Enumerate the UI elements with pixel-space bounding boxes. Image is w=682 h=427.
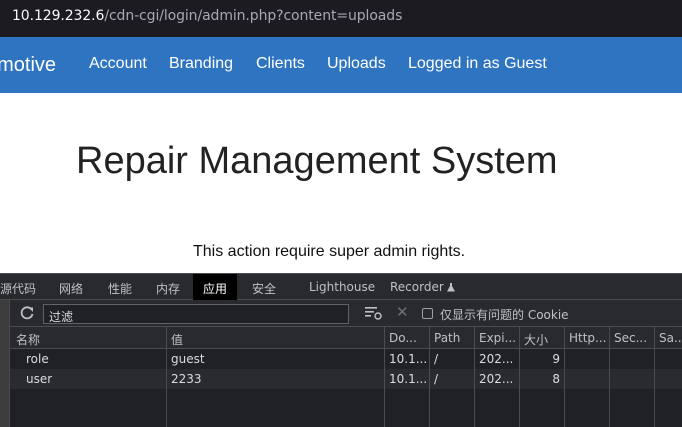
column-header-value[interactable]: 值	[171, 331, 183, 348]
only-issues-label: 仅显示有问题的 Cookie	[440, 308, 569, 322]
main-content: Repair Management System This action req…	[0, 93, 682, 273]
cookie-size: 9	[552, 352, 560, 366]
cookies-table-header: 名称 值 Do... Path Expi... 大小 Http... Sec..…	[10, 327, 682, 349]
cookie-value: guest	[171, 352, 205, 366]
browser-address-bar[interactable]: 10.129.232.6/cdn-cgi/login/admin.php?con…	[0, 0, 682, 37]
tab-network[interactable]: 网络	[59, 280, 83, 297]
column-divider[interactable]	[384, 327, 385, 427]
nav-link-account[interactable]: Account	[89, 55, 147, 73]
navbar-brand[interactable]: omotive	[0, 54, 56, 77]
tab-memory[interactable]: 内存	[156, 280, 180, 297]
tab-application[interactable]: 应用	[193, 274, 238, 300]
cookie-name: role	[26, 352, 49, 366]
column-divider[interactable]	[166, 327, 167, 427]
tab-security[interactable]: 安全	[252, 280, 276, 297]
only-issues-checkbox[interactable]	[422, 308, 433, 319]
table-row[interactable]: user 2233 10.1... / 202... 8	[10, 369, 682, 389]
devtools-sidebar-edge[interactable]	[0, 300, 10, 427]
url-text[interactable]: 10.129.232.6/cdn-cgi/login/admin.php?con…	[12, 8, 402, 24]
column-divider[interactable]	[474, 327, 475, 427]
tab-recorder-label: Recorder	[390, 280, 444, 294]
site-navbar: omotive Account Branding Clients Uploads…	[0, 37, 682, 93]
cookie-size: 8	[552, 372, 560, 386]
refresh-icon[interactable]	[19, 305, 35, 321]
nav-link-clients[interactable]: Clients	[256, 55, 305, 73]
page-title: Repair Management System	[76, 140, 558, 182]
column-header-path[interactable]: Path	[434, 331, 460, 345]
cookie-path: /	[434, 372, 439, 386]
cookie-filter-input[interactable]: 过滤	[43, 304, 349, 324]
cookie-domain: 10.1...	[389, 352, 428, 366]
column-header-secure[interactable]: Sec...	[614, 331, 647, 345]
cookie-value: 2233	[171, 372, 202, 386]
nav-link-branding[interactable]: Branding	[169, 55, 233, 73]
column-header-name[interactable]: 名称	[16, 331, 40, 348]
tab-performance[interactable]: 性能	[108, 280, 132, 297]
column-divider[interactable]	[609, 327, 610, 427]
tab-recorder[interactable]: Recorder	[390, 280, 455, 294]
column-header-domain[interactable]: Do...	[389, 331, 417, 345]
tab-sources[interactable]: 源代码	[0, 280, 36, 297]
nav-link-logged-in[interactable]: Logged in as Guest	[408, 55, 547, 73]
column-divider[interactable]	[564, 327, 565, 427]
cookie-expires: 202...	[479, 372, 514, 386]
cookie-path: /	[434, 352, 439, 366]
column-divider[interactable]	[519, 327, 520, 427]
devtools-tabbar: 源代码 网络 性能 内存 应用 安全 Lighthouse Recorder	[0, 273, 682, 300]
cookie-expires: 202...	[479, 352, 514, 366]
table-row[interactable]: role guest 10.1... / 202... 9	[10, 349, 682, 369]
column-header-httponly[interactable]: Http...	[569, 331, 607, 345]
permission-message: This action require super admin rights.	[193, 243, 466, 260]
url-host: 10.129.232.6	[12, 8, 105, 24]
cookies-table: 名称 值 Do... Path Expi... 大小 Http... Sec..…	[10, 327, 682, 427]
column-header-size[interactable]: 大小	[524, 331, 548, 348]
column-header-expires[interactable]: Expi...	[479, 331, 516, 345]
column-divider[interactable]	[654, 327, 655, 427]
devtools-panel: 源代码 网络 性能 内存 应用 安全 Lighthouse Recorder 过…	[0, 273, 682, 427]
cookies-toolbar: 过滤 ✕ 仅显示有问题的 Cookie	[10, 300, 682, 327]
cookie-name: user	[26, 372, 53, 386]
nav-link-uploads[interactable]: Uploads	[327, 55, 386, 73]
tab-lighthouse[interactable]: Lighthouse	[309, 280, 375, 294]
flask-icon	[446, 283, 455, 292]
filter-options-icon[interactable]	[365, 305, 383, 321]
cookie-domain: 10.1...	[389, 372, 428, 386]
clear-filter-icon[interactable]: ✕	[396, 303, 409, 321]
column-header-samesite[interactable]: Sa...	[659, 331, 682, 345]
column-divider[interactable]	[429, 327, 430, 427]
url-path: /cdn-cgi/login/admin.php?content=uploads	[104, 8, 403, 24]
